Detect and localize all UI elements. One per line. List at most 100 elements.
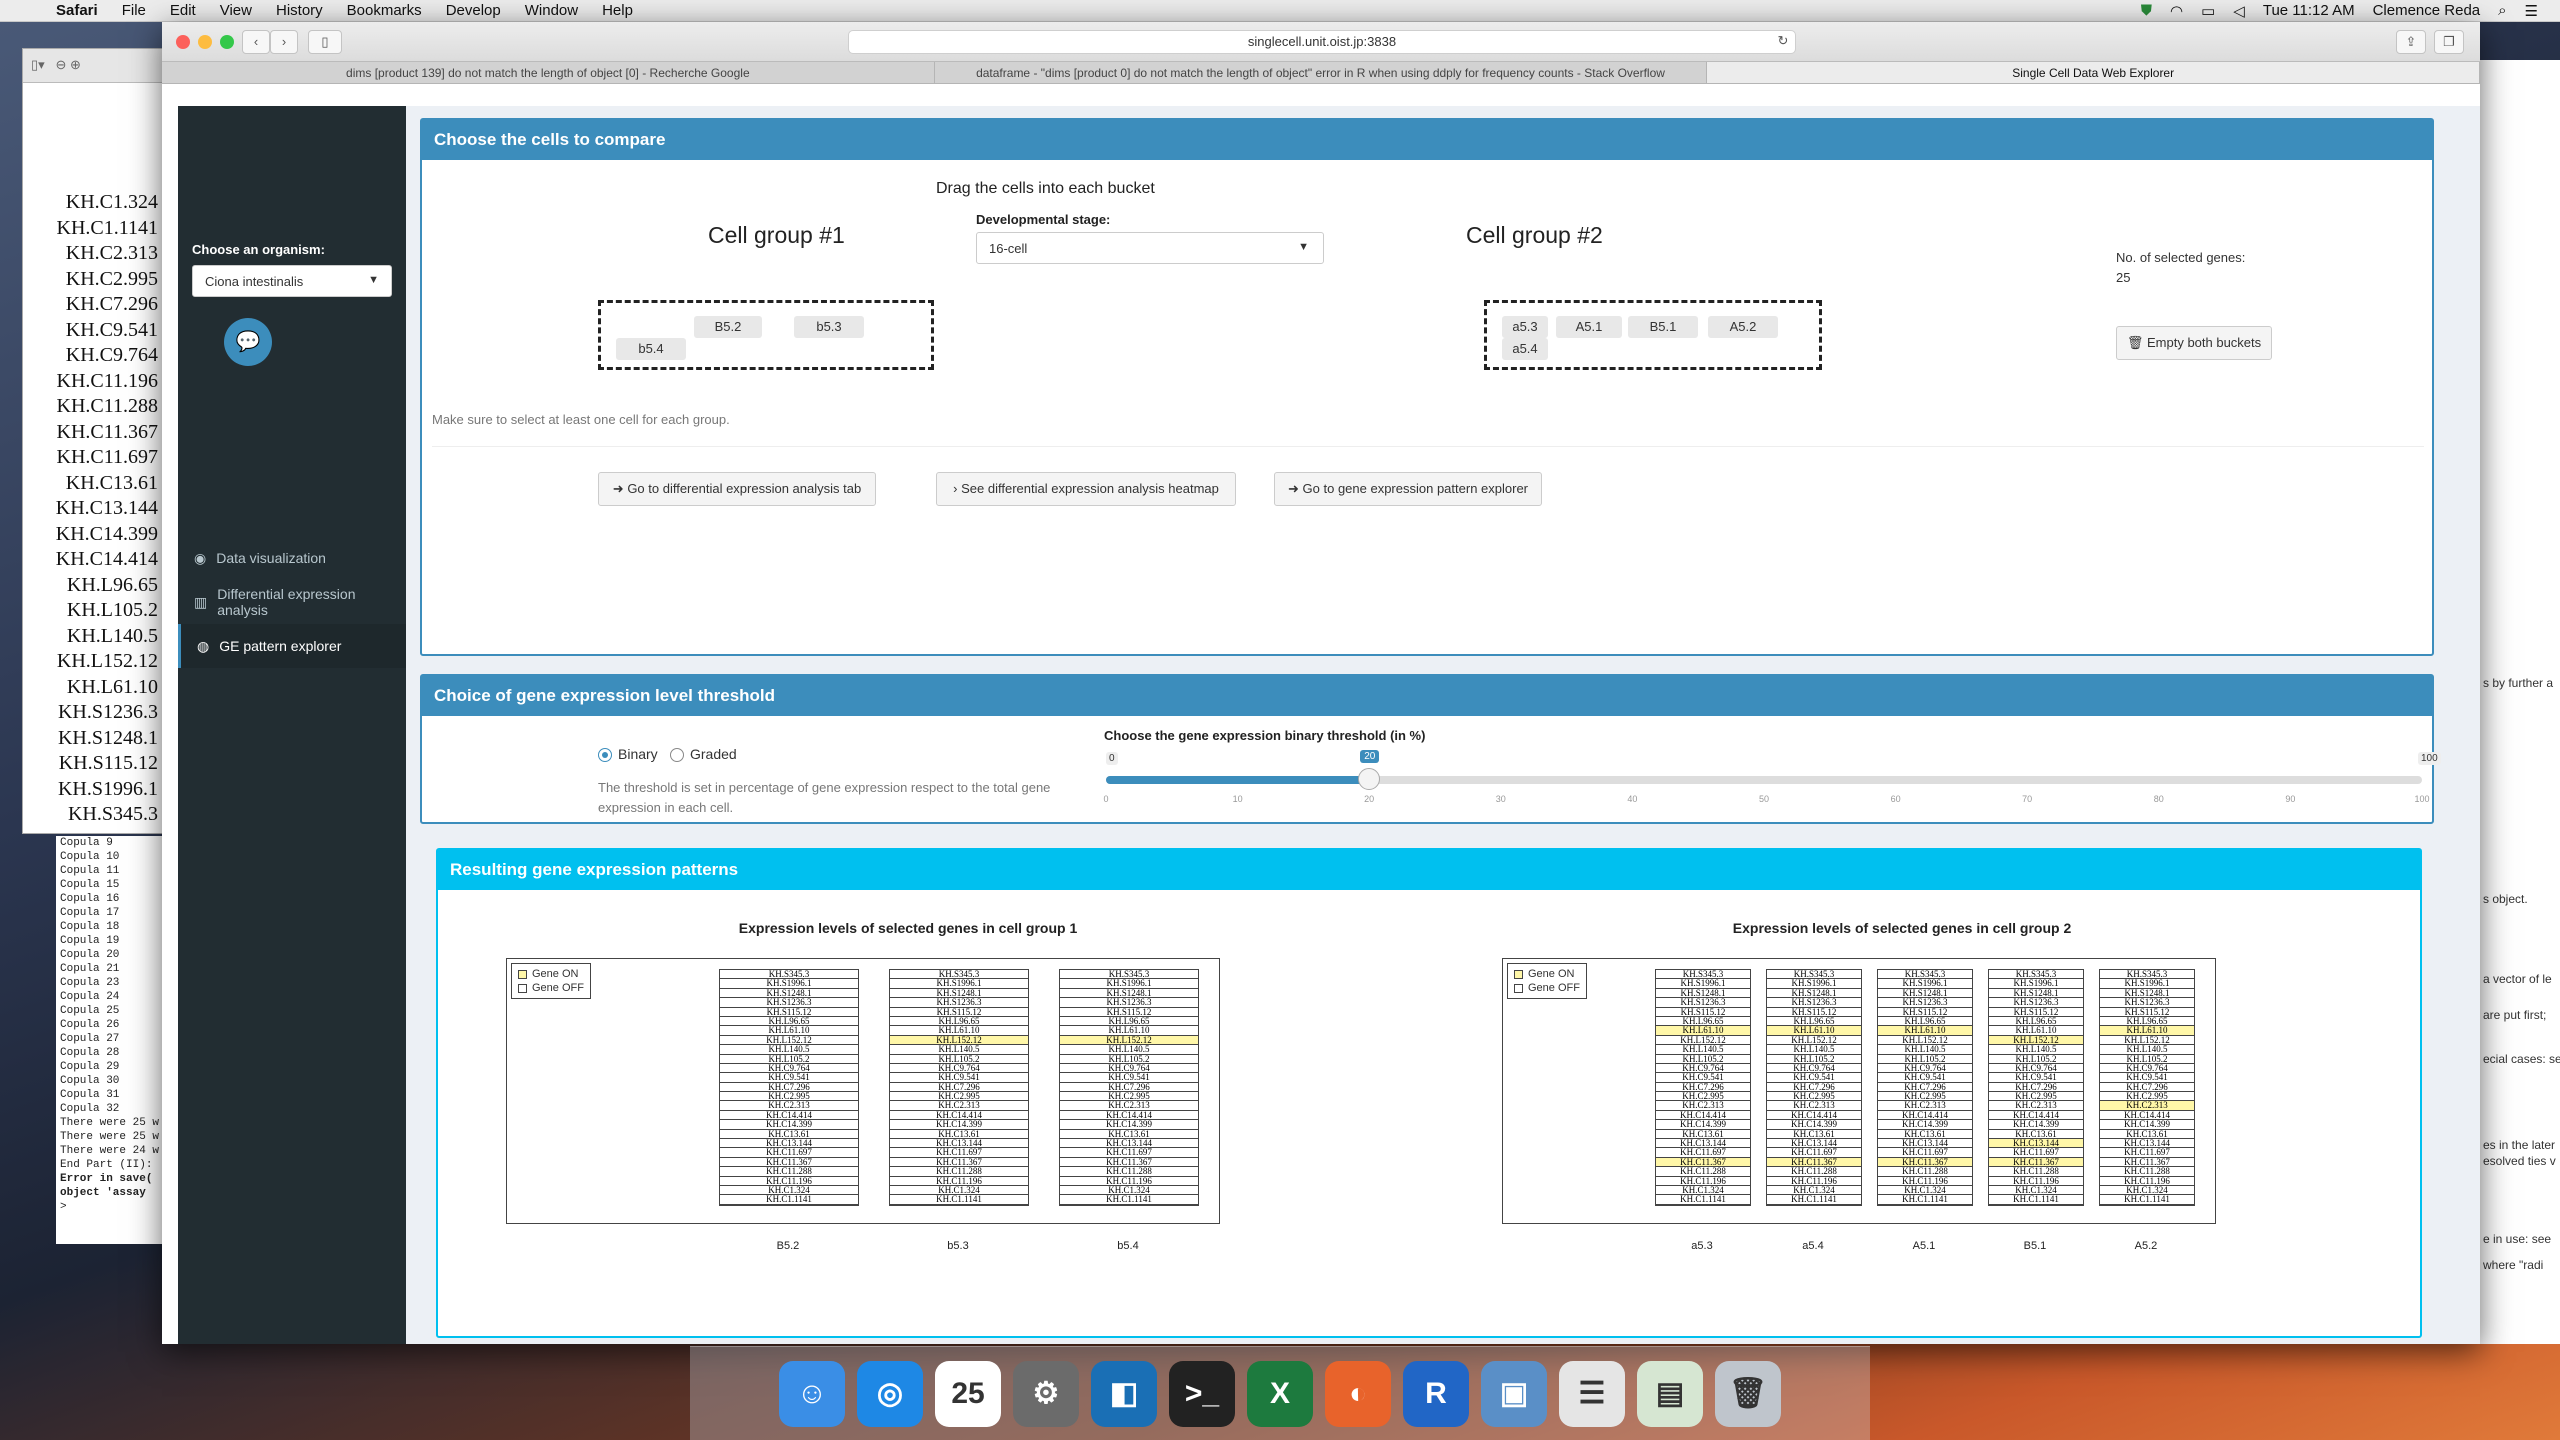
tab-single-cell[interactable]: Single Cell Data Web Explorer bbox=[1707, 62, 2481, 83]
gene-cell: KH.C1.1141 bbox=[1767, 1195, 1861, 1205]
dock-spreadsheet-icon[interactable]: ▤ bbox=[1637, 1360, 1703, 1427]
sidebar-item-ge-pattern[interactable]: ◍ GE pattern explorer bbox=[178, 624, 406, 668]
menubar-clock[interactable]: Tue 11:12 AM bbox=[2263, 2, 2355, 19]
gene-cell: KH.C14.414 bbox=[1878, 1111, 1972, 1121]
slider-tick-label: 30 bbox=[1495, 794, 1506, 804]
menu-help[interactable]: Help bbox=[590, 2, 645, 19]
gene-cell: KH.C2.313 bbox=[2100, 1101, 2194, 1111]
shield-icon[interactable]: ⛊ bbox=[2141, 2, 2152, 19]
organism-select[interactable]: Ciona intestinalis ▼ bbox=[192, 265, 392, 297]
gene-cell: KH.C9.541 bbox=[1767, 1073, 1861, 1083]
cell-chip[interactable]: A5.2 bbox=[1708, 316, 1778, 338]
cell-chip[interactable]: B5.2 bbox=[694, 316, 762, 338]
menu-bookmarks[interactable]: Bookmarks bbox=[335, 2, 434, 19]
legend-off: Gene OFF bbox=[1514, 981, 1580, 995]
gene-cell: KH.C9.541 bbox=[1989, 1073, 2083, 1083]
gene-cell: KH.S1236.3 bbox=[2100, 998, 2194, 1008]
minimize-window-button[interactable] bbox=[198, 34, 212, 49]
gene-column: KH.S345.3 KH.S1996.1 KH.S1248.1 KH.S1236.3 K… bbox=[1655, 969, 1751, 1206]
dock-terminal-icon[interactable]: >_ bbox=[1169, 1360, 1235, 1427]
gene-cell: KH.L152.12 bbox=[1878, 1036, 1972, 1046]
dock-system-preferences-icon[interactable]: ⚙ bbox=[1013, 1360, 1079, 1427]
tab-stackoverflow[interactable]: dataframe - "dims [product 0] do not mat… bbox=[935, 62, 1708, 83]
menu-view[interactable]: View bbox=[208, 2, 264, 19]
radio-graded[interactable]: Graded bbox=[670, 746, 737, 763]
reload-icon[interactable]: ↻ bbox=[1772, 30, 1794, 54]
gene-cell: KH.C13.144 bbox=[1989, 1139, 2083, 1149]
close-window-button[interactable] bbox=[176, 34, 190, 49]
gene-column: KH.S345.3 KH.S1996.1 KH.S1248.1 KH.S1236.3 K… bbox=[1059, 969, 1199, 1206]
stage-select[interactable]: 16-cell ▼ bbox=[976, 232, 1324, 264]
address-bar[interactable]: singlecell.unit.oist.jp:3838 bbox=[848, 30, 1796, 54]
x-axis-label: a5.3 bbox=[1691, 1240, 1713, 1252]
gene-cell: KH.C11.367 bbox=[1989, 1157, 2083, 1168]
dock-preview-icon[interactable]: ▣ bbox=[1481, 1360, 1547, 1427]
cell-chip[interactable]: a5.4 bbox=[1502, 338, 1548, 360]
go-diff-analysis-button[interactable]: ➜ Go to differential expression analysis… bbox=[598, 472, 876, 506]
menu-edit[interactable]: Edit bbox=[158, 2, 208, 19]
dock-finder-icon[interactable]: ☺ bbox=[779, 1360, 845, 1427]
gene-cell: KH.C1.1141 bbox=[720, 1195, 858, 1205]
gene-cell: KH.C11.367 bbox=[1767, 1157, 1861, 1168]
radio-icon bbox=[598, 748, 612, 763]
menu-app[interactable]: Safari bbox=[44, 2, 110, 19]
dock-excel-icon[interactable]: X bbox=[1247, 1360, 1313, 1427]
cell-chip[interactable]: b5.3 bbox=[794, 316, 864, 338]
empty-buckets-button[interactable]: 🗑 Empty both buckets bbox=[2116, 326, 2272, 360]
dock-safari-icon[interactable]: ◎ bbox=[857, 1360, 923, 1427]
dock-r-icon[interactable]: R bbox=[1403, 1360, 1469, 1427]
console-line: End Part (II): bbox=[60, 1159, 153, 1171]
background-gene-label: KH.L61.10 bbox=[66, 675, 158, 698]
notification-icon[interactable]: ☰ bbox=[2525, 2, 2538, 20]
gene-cell: KH.C14.414 bbox=[1656, 1111, 1750, 1121]
cell-chip[interactable]: A5.1 bbox=[1556, 316, 1622, 338]
menubar-user[interactable]: Clemence Reda bbox=[2373, 2, 2481, 19]
back-button[interactable]: ‹ bbox=[242, 30, 270, 54]
dock-calendar-icon[interactable]: 25 bbox=[935, 1360, 1001, 1427]
go-pattern-explorer-button[interactable]: ➜ Go to gene expression pattern explorer bbox=[1274, 472, 1542, 506]
sidebar-toggle-button[interactable]: ▯ bbox=[308, 30, 342, 54]
sidebar-item-differential-expression[interactable]: ▥ Differential expression analysis bbox=[178, 580, 406, 624]
display-icon[interactable]: ▭ bbox=[2201, 2, 2215, 20]
wifi-icon[interactable]: ◠ bbox=[2170, 2, 2183, 20]
cell-chip[interactable]: B5.1 bbox=[1628, 316, 1698, 338]
volume-icon[interactable]: ◁ bbox=[2233, 2, 2245, 20]
gene-cell: KH.C2.995 bbox=[890, 1092, 1028, 1102]
gene-cell: KH.C13.144 bbox=[1767, 1139, 1861, 1149]
tab-google-search[interactable]: dims [product 139] do not match the leng… bbox=[162, 62, 935, 83]
slider-handle[interactable] bbox=[1358, 768, 1381, 790]
tabs-overview-button[interactable]: ❐ bbox=[2434, 30, 2464, 54]
gene-cell: KH.C9.764 bbox=[1656, 1064, 1750, 1074]
menu-window[interactable]: Window bbox=[513, 2, 590, 19]
gene-column: KH.S345.3 KH.S1996.1 KH.S1248.1 KH.S1236.3 K… bbox=[2099, 969, 2195, 1206]
gene-cell: KH.C9.541 bbox=[1060, 1073, 1198, 1083]
dock-mirror-icon[interactable]: ◧ bbox=[1091, 1360, 1157, 1427]
menu-history[interactable]: History bbox=[264, 2, 335, 19]
console-line: Copula 15 bbox=[60, 879, 120, 891]
dock-document-icon[interactable]: ☰ bbox=[1559, 1360, 1625, 1427]
cell-chip[interactable]: a5.3 bbox=[1502, 316, 1548, 338]
arrow-circle-icon: ➜ bbox=[1288, 481, 1299, 496]
radio-binary[interactable]: Binary bbox=[598, 746, 658, 763]
forward-button[interactable]: › bbox=[270, 30, 298, 54]
gene-cell: KH.C7.296 bbox=[720, 1083, 858, 1093]
cell-chip[interactable]: b5.4 bbox=[616, 338, 686, 360]
browser-toolbar: ‹ › ▯ singlecell.unit.oist.jp:3838 ↻ ⇪ ❐ bbox=[162, 22, 2480, 62]
dock-firefox-icon[interactable]: ◐ bbox=[1325, 1360, 1391, 1427]
r-console[interactable]: Copula 9 Copula 10 Copula 11 Copula 15 Copul… bbox=[56, 836, 162, 1244]
console-line: object 'assay bbox=[60, 1187, 146, 1199]
gene-cell: KH.C9.541 bbox=[720, 1073, 858, 1083]
zoom-window-button[interactable] bbox=[220, 34, 234, 49]
share-button[interactable]: ⇪ bbox=[2396, 30, 2426, 54]
gene-cell: KH.C2.995 bbox=[1656, 1092, 1750, 1102]
gene-cell: KH.C2.313 bbox=[720, 1101, 858, 1111]
plot1-title: Expression levels of selected genes in c… bbox=[738, 920, 1078, 936]
gene-cell: KH.C11.697 bbox=[720, 1148, 858, 1158]
sidebar-item-data-visualization[interactable]: ◉ Data visualization bbox=[178, 536, 406, 580]
dock-trash-icon[interactable]: 🗑 bbox=[1715, 1360, 1781, 1427]
menu-file[interactable]: File bbox=[110, 2, 158, 19]
chat-button[interactable]: 💬 bbox=[224, 318, 272, 366]
spotlight-icon[interactable]: ⌕ bbox=[2498, 2, 2506, 19]
see-heatmap-button[interactable]: › See differential expression analysis h… bbox=[936, 472, 1236, 506]
menu-develop[interactable]: Develop bbox=[434, 2, 513, 19]
